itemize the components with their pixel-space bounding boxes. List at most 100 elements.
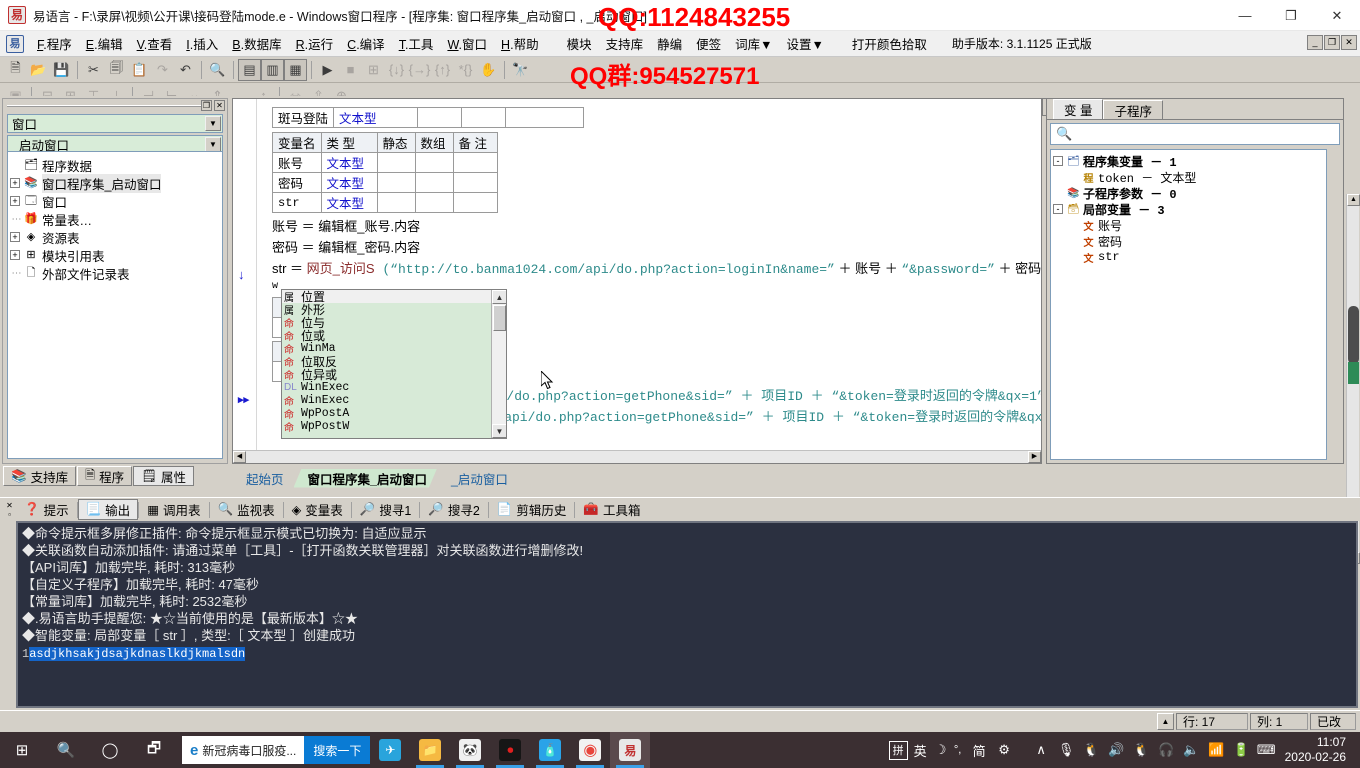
tree-item-external-files[interactable]: ⋯ 🗋 外部文件记录表 xyxy=(10,264,220,282)
battery-icon[interactable]: 🔋 xyxy=(1229,732,1254,768)
menu-help[interactable]: H.帮助 xyxy=(494,32,546,55)
bottom-tab-search-1[interactable]: 🔎 搜寻1 xyxy=(352,499,420,520)
table-row[interactable]: str 文本型 xyxy=(272,192,498,213)
headset-icon[interactable]: 🎧 xyxy=(1154,732,1179,768)
autocomplete-item[interactable]: 命位或 xyxy=(282,329,491,343)
layout-top-icon[interactable]: ▥ xyxy=(261,58,284,81)
file-explorer-app-icon[interactable]: 📁 xyxy=(410,732,450,768)
epl-app-icon[interactable]: 易 xyxy=(610,732,651,768)
var-array-cell[interactable] xyxy=(414,192,454,213)
var-array-cell[interactable] xyxy=(414,172,454,193)
menu-view[interactable]: V.查看 xyxy=(130,32,180,55)
table-row[interactable]: 密码 文本型 xyxy=(272,172,498,193)
step-out-icon[interactable]: {↑} xyxy=(431,59,454,81)
subroutine-cell-3[interactable] xyxy=(417,107,463,128)
autocomplete-item[interactable]: 命 WpPostA xyxy=(282,407,491,421)
mdi-minimize-button[interactable]: _ xyxy=(1307,35,1323,50)
editor-horizontal-scrollbar[interactable]: ◀ ▶ xyxy=(233,450,1041,463)
bottom-tab-variable-table[interactable]: ◈ 变量表 xyxy=(284,499,351,520)
autocomplete-item[interactable]: 命 WpPostW xyxy=(282,420,491,434)
panel-close-button[interactable]: ✕ xyxy=(214,100,225,111)
step-over-icon[interactable]: {→} xyxy=(408,59,431,81)
task-view-icon[interactable]: 🗗 xyxy=(132,732,176,768)
tree-expander-collapse[interactable]: - xyxy=(1053,156,1063,166)
variable-tree-item-token[interactable]: 程 token － 文本型 xyxy=(1053,169,1324,186)
autocomplete-scrollbar[interactable]: ▲ ▼ xyxy=(491,290,506,438)
hand-icon[interactable]: ✋ xyxy=(477,59,500,81)
menu-library[interactable]: 支持库 xyxy=(599,32,651,55)
undo-icon[interactable]: ↶ xyxy=(174,59,197,81)
autocomplete-list[interactable]: 属位置 属外形 命位与 命位或 命 WinMa 命位取反 命位异或 DL WinEx… xyxy=(282,290,491,438)
tree-expander[interactable]: + xyxy=(10,178,20,188)
variable-tree-item-local-vars[interactable]: - 🗃 局部变量 － 3 xyxy=(1053,201,1324,218)
cortana-icon[interactable]: ◯ xyxy=(88,732,132,768)
ime-pinyin-icon[interactable]: 拼 xyxy=(888,740,908,760)
chevron-down-icon-2[interactable]: ▼ xyxy=(205,137,221,152)
program-tree[interactable]: 🗂 程序数据 + 📚 窗口程序集_启动窗口 + 🗔 窗口 ⋯ 🎁 常量表… + … xyxy=(7,151,223,459)
bottom-tab-output[interactable]: 📃 输出 xyxy=(77,499,139,520)
step-into-icon[interactable]: {↓} xyxy=(385,59,408,81)
scroll-up-icon[interactable]: ▲ xyxy=(492,290,506,304)
tree-expander-3[interactable]: + xyxy=(10,232,20,242)
bottom-tab-toolbox[interactable]: 🧰 工具箱 xyxy=(575,499,648,520)
menu-insert[interactable]: I.插入 xyxy=(179,32,225,55)
mdi-close-button[interactable]: ✕ xyxy=(1341,35,1357,50)
table-row[interactable]: 账号 文本型 xyxy=(272,152,498,173)
tree-item-constants[interactable]: ⋯ 🎁 常量表… xyxy=(10,210,220,228)
taskbar-search-pill[interactable]: e 新冠病毒口服疫... 搜索一下 xyxy=(182,736,371,764)
status-scroll-up-button[interactable]: ▲ xyxy=(1157,713,1174,730)
panda-app-icon[interactable]: 🐼 xyxy=(450,732,490,768)
scrollbar-thumb[interactable] xyxy=(493,305,506,331)
var-array-cell[interactable] xyxy=(414,152,454,173)
menu-tools[interactable]: T.工具 xyxy=(392,32,441,55)
output-console[interactable]: ◆命令提示框多屏修正插件: 命令提示框显示模式已切换为: 自适应显示 ◆关联函数… xyxy=(16,521,1358,708)
code-line-1[interactable]: 账号 ＝ 编辑框_账号.内容 xyxy=(272,216,1041,237)
editor-gutter[interactable]: ↓ ▸▸ xyxy=(233,99,257,463)
dock-close-button[interactable]: ✕ ▫ xyxy=(3,501,16,519)
variable-tree-item-password[interactable]: 文 密码 xyxy=(1053,233,1324,249)
console-input-line[interactable]: 1asdjkhsakjdsajkdnaslkdjkmalsdn xyxy=(22,644,1352,663)
save-icon[interactable]: 💾 xyxy=(50,59,73,81)
code-editor-panel[interactable]: ↓ ▸▸ 斑马登陆 文本型 变量名 类 型 静态 数组 备 注 账号 文本型 密… xyxy=(232,98,1042,464)
code-line-3[interactable]: str ＝ 网页_访问S (“http://to.banma1024.com/a… xyxy=(272,258,1041,279)
ime-moon-icon[interactable]: ☽ xyxy=(933,732,949,768)
menu-static-compile[interactable]: 静编 xyxy=(650,32,689,55)
menu-compile[interactable]: C.编译 xyxy=(340,32,392,55)
autocomplete-popup[interactable]: 属位置 属外形 命位与 命位或 命 WinMa 命位取反 命位异或 DL WinEx… xyxy=(281,289,507,439)
scroll-left-icon[interactable]: ◀ xyxy=(233,451,246,463)
tab-support-library[interactable]: 📚 支持库 xyxy=(3,466,77,486)
panel-restore-button[interactable]: ❐ xyxy=(201,100,212,111)
bottom-tab-clip-history[interactable]: 📄 剪辑历史 xyxy=(489,499,575,520)
chrome-app-icon[interactable]: ◉ xyxy=(570,732,610,768)
microphone-icon[interactable]: 🎙 xyxy=(1054,732,1079,768)
bottle-app-icon[interactable]: 🧴 xyxy=(530,732,570,768)
code-line-2[interactable]: 密码 ＝ 编辑框_密码.内容 xyxy=(272,237,1041,258)
subroutine-cell-4[interactable] xyxy=(461,107,507,128)
var-type-cell[interactable]: 文本型 xyxy=(320,172,378,193)
search-input[interactable] xyxy=(1072,126,1313,142)
redo-icon[interactable]: ↷ xyxy=(151,59,174,81)
variable-tree-item-params[interactable]: 📚 子程序参数 － 0 xyxy=(1053,185,1324,202)
autocomplete-item[interactable]: 命位异或 xyxy=(282,368,491,382)
tab-subroutines[interactable]: 子程序 xyxy=(1103,100,1163,119)
wifi-icon[interactable]: 📶 xyxy=(1204,732,1229,768)
menu-color-picker[interactable]: 打开颜色拾取 xyxy=(845,32,934,55)
cut-icon[interactable]: ✂ xyxy=(82,59,105,81)
subroutine-name-cell[interactable]: 斑马登陆 xyxy=(271,107,335,128)
search-pill-button[interactable]: 搜索一下 xyxy=(304,736,371,764)
autocomplete-item[interactable]: DL WinExec xyxy=(282,381,491,394)
tab-program[interactable]: 🗎 程序 xyxy=(77,466,133,486)
speaker-icon[interactable]: 🔈 xyxy=(1179,732,1204,768)
menu-settings[interactable]: 设置▼ xyxy=(780,32,831,55)
taskbar-clock[interactable]: 11:07 2020-02-26 xyxy=(1279,735,1354,765)
bottom-tab-call-table[interactable]: ▦ 调用表 xyxy=(139,499,208,520)
tree-expander-2[interactable]: + xyxy=(10,196,20,206)
tree-item-program-data[interactable]: 🗂 程序数据 xyxy=(10,156,220,174)
var-name-cell[interactable]: str xyxy=(272,192,322,213)
var-note-cell[interactable] xyxy=(452,152,498,173)
maximize-button[interactable]: ❐ xyxy=(1268,0,1314,31)
menu-module[interactable]: 模块 xyxy=(560,32,599,55)
var-type-cell[interactable]: 文本型 xyxy=(320,152,378,173)
var-static-cell[interactable] xyxy=(376,192,416,213)
subroutine-cell-5[interactable] xyxy=(505,107,585,128)
